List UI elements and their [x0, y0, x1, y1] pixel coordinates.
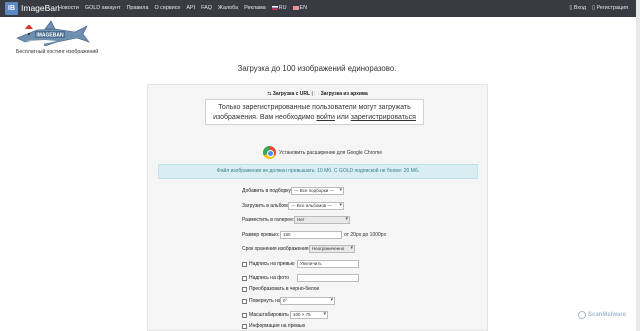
chrome-extension-label: Установить расширение для Google Chrome	[279, 149, 383, 156]
upload-url-link[interactable]: Загрузка с URL	[273, 91, 310, 97]
nav-link-faq[interactable]: FAQ	[201, 5, 212, 11]
notice-login-link[interactable]: войти	[316, 114, 335, 121]
upload-to-album-label: Загрузить в альбом:	[242, 203, 290, 209]
nav-link-about[interactable]: О сервисе	[154, 5, 180, 11]
login-link[interactable]: ▯ Вход	[569, 5, 586, 11]
lang-ru[interactable]: RU	[271, 5, 287, 11]
preview-size-hint: от 20px до 1000px	[344, 232, 387, 238]
photo-caption-checkbox[interactable]	[242, 275, 247, 281]
preview-caption-input[interactable]: Увеличить	[297, 260, 359, 268]
nav-link-gold[interactable]: GOLD аккаунт	[85, 5, 121, 11]
upload-archive-link[interactable]: Загрузка из архива	[321, 91, 368, 97]
storage-select[interactable]: Неограниченно	[309, 245, 355, 253]
row-scale: Масштабировать 100 × 75	[242, 311, 328, 319]
link-icon: ⇆	[267, 91, 272, 97]
add-to-set-label: Добавить в подборку:	[242, 188, 293, 194]
preview-caption-label: Надпись на превью	[249, 261, 295, 267]
row-rotate: Повернуть на 0°	[242, 297, 335, 305]
brand-name[interactable]: ImageBan	[21, 3, 60, 13]
scanmalware-watermark: ScanMalware	[578, 311, 626, 319]
upload-mode-switch: ⇆ Загрузка с URL | 🗀 Загрузка из архива	[267, 91, 368, 97]
lang-en[interactable]: EN	[292, 5, 308, 11]
notice-line-2: изображения. Вам необходимо войти или за…	[206, 113, 423, 123]
photo-caption-label: Надпись на фото	[249, 275, 290, 281]
gallery-label: Разместить в галерее:	[242, 217, 295, 223]
add-to-set-select[interactable]: --- Все подборки ---	[291, 187, 344, 195]
site-logo-icon[interactable]: IB	[5, 2, 18, 15]
auth-links: ▯ Вход ▯ Регистрация	[569, 5, 628, 11]
row-add-to-set: Добавить в подборку: --- Все подборки --…	[242, 187, 344, 195]
scale-label: Масштабировать	[249, 312, 289, 318]
row-info-preview: Информация на превью	[242, 323, 305, 329]
notice-or-text: или	[334, 114, 351, 121]
bw-label: Преобразовать в черно-белое	[249, 286, 320, 292]
notice-text: изображения. Вам необходимо	[213, 114, 317, 121]
storage-label: Срок хранения изображения:	[242, 246, 311, 252]
upload-panel: ⇆ Загрузка с URL | 🗀 Загрузка из архива …	[147, 84, 488, 331]
registration-notice: Только зарегистрированные пользователи м…	[205, 99, 424, 125]
lang-ru-label: RU	[278, 5, 287, 11]
shark-logo[interactable]: IMAGEBAN	[15, 20, 90, 50]
file-size-info: Файл изображения не должен превышать: 10…	[158, 164, 478, 179]
nav-link-ads[interactable]: Реклама	[244, 5, 266, 11]
preview-size-label: Размер превью:	[242, 232, 280, 238]
upload-to-album-select[interactable]: --- Все альбомов ---	[288, 202, 344, 210]
scale-select[interactable]: 100 × 75	[290, 311, 328, 319]
notice-line-1: Только зарегистрированные пользователи м…	[218, 104, 411, 111]
page-heading: Загрузка до 100 изображений единоразово.	[237, 64, 397, 73]
rotate-checkbox[interactable]	[242, 298, 247, 304]
info-preview-label: Информация на превью	[249, 323, 306, 329]
info-preview-checkbox[interactable]	[242, 323, 247, 329]
preview-caption-checkbox[interactable]	[242, 261, 247, 267]
watermark-label: ScanMalware	[588, 312, 627, 318]
chrome-extension-link[interactable]: Установить расширение для Google Chrome	[263, 146, 382, 159]
top-navbar: IB ImageBan Новости GOLD аккаунт Правила…	[0, 0, 640, 17]
row-preview-size: Размер превью: 180 от 20px до 1000px	[242, 231, 386, 239]
row-photo-caption: Надпись на фото	[242, 274, 359, 282]
nav-link-complaint[interactable]: Жалоба	[218, 5, 238, 11]
row-preview-caption: Надпись на превью Увеличить	[242, 260, 359, 268]
lang-en-label: EN	[299, 5, 308, 11]
register-link[interactable]: ▯ Регистрация	[592, 5, 628, 11]
nav-link-api[interactable]: API	[186, 5, 195, 11]
row-bw: Преобразовать в черно-белое	[242, 286, 319, 292]
site-tagline: Бесплатный хостинг изображений	[16, 49, 99, 55]
ru-flag-icon	[271, 5, 278, 10]
login-label: Вход	[573, 5, 587, 11]
bw-checkbox[interactable]	[242, 286, 247, 292]
notice-register-link[interactable]: зарегистрироваться	[351, 114, 416, 121]
nav-link-rules[interactable]: Правила	[127, 5, 149, 11]
logo-text: IMAGEBAN	[36, 33, 64, 39]
register-label: Регистрация	[596, 5, 628, 11]
photo-caption-input[interactable]	[297, 274, 359, 282]
row-upload-to-album: Загрузить в альбом: --- Все альбомов ---	[242, 202, 344, 210]
scale-checkbox[interactable]	[242, 312, 247, 318]
row-gallery: Разместить в галерее: Нет	[242, 216, 350, 224]
shield-icon	[578, 311, 586, 319]
row-storage: Срок хранения изображения: Неограниченно	[242, 245, 355, 253]
page-scrollbar[interactable]	[636, 0, 640, 331]
rotate-select[interactable]: 0°	[280, 297, 335, 305]
nav-links: Новости GOLD аккаунт Правила О сервисе A…	[58, 5, 313, 11]
nav-link-news[interactable]: Новости	[58, 5, 79, 11]
chrome-icon	[263, 146, 276, 159]
archive-icon: 🗀	[314, 91, 320, 97]
preview-size-input[interactable]: 180	[280, 231, 342, 239]
rotate-label: Повернуть на	[249, 298, 281, 304]
en-flag-icon	[292, 5, 299, 10]
gallery-select[interactable]: Нет	[294, 216, 350, 224]
